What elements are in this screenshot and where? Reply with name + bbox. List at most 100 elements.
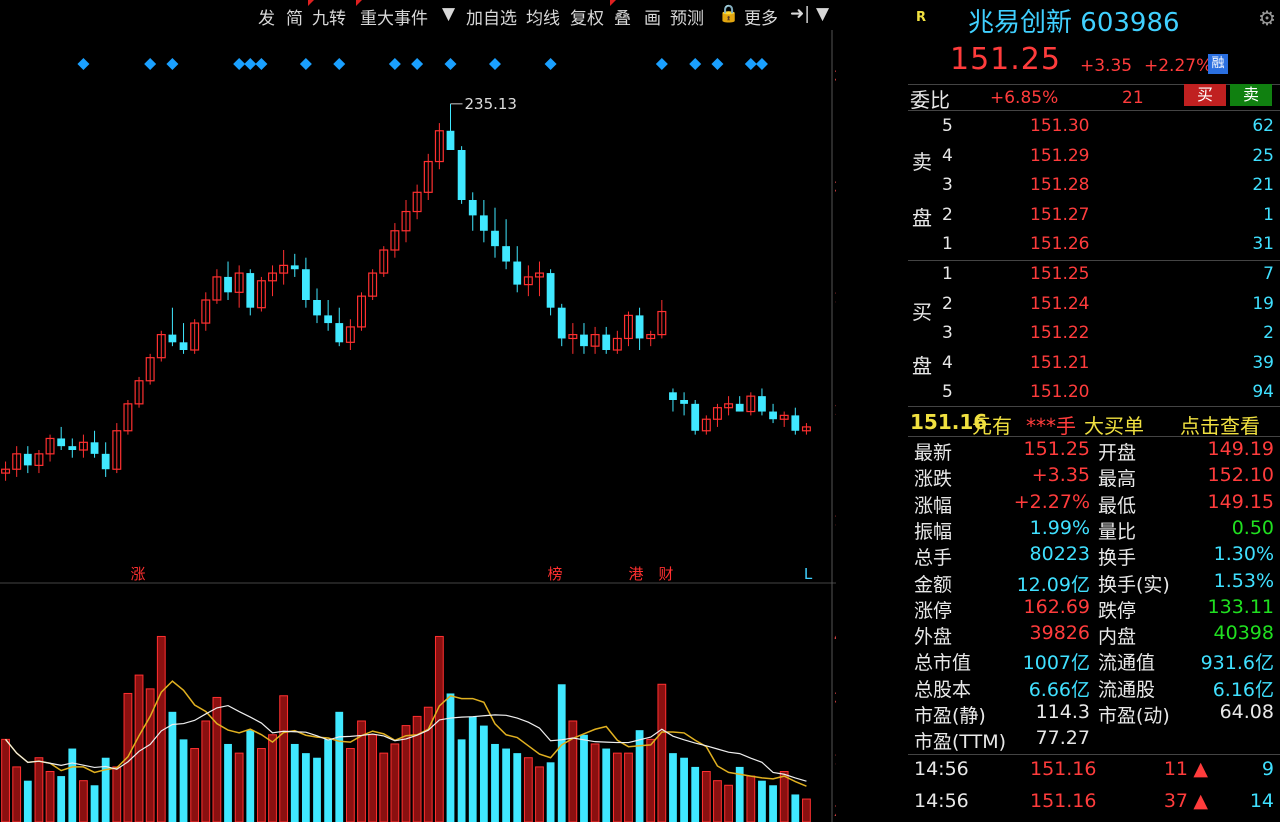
quote-label: 开盘 xyxy=(1098,442,1137,464)
order-volume: 94 xyxy=(1252,382,1274,402)
gear-icon[interactable]: ⚙ xyxy=(1258,6,1276,30)
volume-bar xyxy=(691,766,700,822)
candle-body xyxy=(179,342,188,350)
toolbar-item-7[interactable]: 复权 xyxy=(570,4,604,29)
up-arrow-icon: ▲ xyxy=(1193,758,1208,780)
tick-row: 14:56 151.16 11 ▲ 9 xyxy=(908,758,1280,784)
price-axis-label: 213.54 xyxy=(834,179,836,195)
candle-body xyxy=(602,334,611,350)
volume-axis-label: 27132 xyxy=(834,690,836,706)
event-marker: 财 xyxy=(658,565,673,583)
toolbar-item-3[interactable]: 重大事件 xyxy=(356,0,428,29)
quote-value: 133.11 xyxy=(1207,595,1274,618)
volume-bar xyxy=(513,753,522,822)
order-level: 4 xyxy=(942,145,953,166)
quote-value: 152.10 xyxy=(1207,464,1274,487)
big-order-banner[interactable]: 151.16 元有 ***手 大买单 点击查看 xyxy=(908,410,1280,438)
volume-bar xyxy=(390,743,400,822)
up-arrow-icon: ▲ xyxy=(1193,790,1208,812)
banner-text1: 元有 xyxy=(972,414,1012,438)
quote-value: 1.53% xyxy=(1213,569,1274,592)
toolbar-item-1[interactable]: 简 xyxy=(286,4,303,29)
candle-body xyxy=(468,200,477,216)
candle-body xyxy=(758,396,766,412)
toolbar-item-2[interactable]: 九转 xyxy=(308,0,346,29)
buy-button[interactable]: 买 xyxy=(1184,84,1226,106)
quote-label: 换手 xyxy=(1098,547,1137,570)
volume-bar xyxy=(335,711,344,822)
order-volume: 19 xyxy=(1252,293,1274,314)
change-percent: +2.27% xyxy=(1144,56,1213,76)
toolbar-item-11[interactable]: 🔒 xyxy=(718,4,739,24)
quote-value: 114.3 xyxy=(1035,701,1090,723)
price-axis-label: 155.45 xyxy=(834,403,836,419)
quote-label: 流通值 xyxy=(1098,652,1156,675)
quote-value: 162.69 xyxy=(1023,595,1090,618)
sell-button[interactable]: 卖 xyxy=(1230,84,1272,106)
kline-chart[interactable]: 242.38 213.54 184.70 155.45 126.61 40415 27132… xyxy=(0,30,836,822)
candle-body xyxy=(324,315,333,324)
buy-side-label-2: 盘 xyxy=(912,354,932,378)
order-price: 151.30 xyxy=(1030,116,1090,136)
toolbar-item-13[interactable]: ➜| xyxy=(790,4,810,24)
volume-bar xyxy=(802,798,811,822)
quote-label: 市盈(动) xyxy=(1098,705,1170,727)
order-price: 151.20 xyxy=(1030,382,1090,402)
volume-bar xyxy=(234,752,244,822)
volume-bar xyxy=(224,743,232,822)
quote-value: 12.09亿 xyxy=(1016,573,1090,596)
toolbar-item-8[interactable]: 叠 xyxy=(610,0,631,29)
tick-volume: 37 xyxy=(1163,790,1188,812)
candle-body xyxy=(546,273,555,308)
signal-diamond-icon xyxy=(144,58,157,70)
volume-bar xyxy=(491,743,499,822)
quote-value: 64.08 xyxy=(1219,701,1274,723)
candle-body xyxy=(680,400,688,404)
quote-label: 振幅 xyxy=(914,520,953,543)
volume-bar xyxy=(45,771,55,822)
toolbar-item-12[interactable]: 更多 xyxy=(744,4,778,29)
banner-link[interactable]: 点击查看 xyxy=(1180,410,1260,439)
volume-bar xyxy=(434,635,444,822)
event-marker: 榜 xyxy=(547,565,562,583)
quote-value: 40398 xyxy=(1213,622,1274,645)
quote-label: 金额 xyxy=(914,573,953,596)
toolbar-item-10[interactable]: 预测 xyxy=(670,4,704,29)
volume-bar xyxy=(134,674,144,822)
quote-value: 149.15 xyxy=(1207,490,1274,513)
volume-bar xyxy=(502,748,511,822)
quote-label: 换手(实) xyxy=(1098,573,1170,596)
r-badge: R xyxy=(916,10,927,25)
volume-bar xyxy=(580,734,588,822)
stock-name: 兆易创新 xyxy=(968,8,1073,38)
volume-bar xyxy=(758,780,766,822)
quote-label: 总市值 xyxy=(914,652,972,675)
quote-row: 市盈(TTM) 77.27 xyxy=(908,727,1280,753)
quote-row: 振幅 1.99% 量比 0.50 xyxy=(908,517,1280,543)
toolbar-item-5[interactable]: 加自选 xyxy=(466,4,517,29)
order-price: 151.29 xyxy=(1030,145,1090,166)
candle-body xyxy=(691,403,700,431)
banner-hands: ***手 xyxy=(1026,414,1076,438)
candle-body xyxy=(290,265,299,270)
volume-bar xyxy=(701,771,711,822)
sell-side-label-2: 盘 xyxy=(912,206,932,230)
volume-bar xyxy=(268,734,277,822)
order-volume: 31 xyxy=(1252,234,1274,254)
toolbar-item-9[interactable]: 画 xyxy=(644,4,661,29)
order-price: 151.21 xyxy=(1030,352,1090,373)
tick-time: 14:56 xyxy=(914,790,969,812)
tick-count: 14 xyxy=(1249,790,1274,812)
volume-bar xyxy=(657,683,667,822)
quote-label: 市盈(静) xyxy=(914,705,986,727)
toolbar-item-6[interactable]: 均线 xyxy=(526,4,560,29)
price-axis-label: 126.61 xyxy=(834,514,836,530)
weibi-label: 委比 xyxy=(910,88,950,112)
quote-label: 涨跌 xyxy=(914,468,953,491)
toolbar-item-0[interactable]: 发 xyxy=(258,4,275,29)
quote-label: 总股本 xyxy=(914,678,972,701)
volume-bar xyxy=(201,720,211,822)
toolbar-item-14[interactable]: ▼ xyxy=(816,4,829,24)
volume-bar xyxy=(713,780,722,822)
toolbar-item-4[interactable]: ▼ xyxy=(442,4,455,24)
